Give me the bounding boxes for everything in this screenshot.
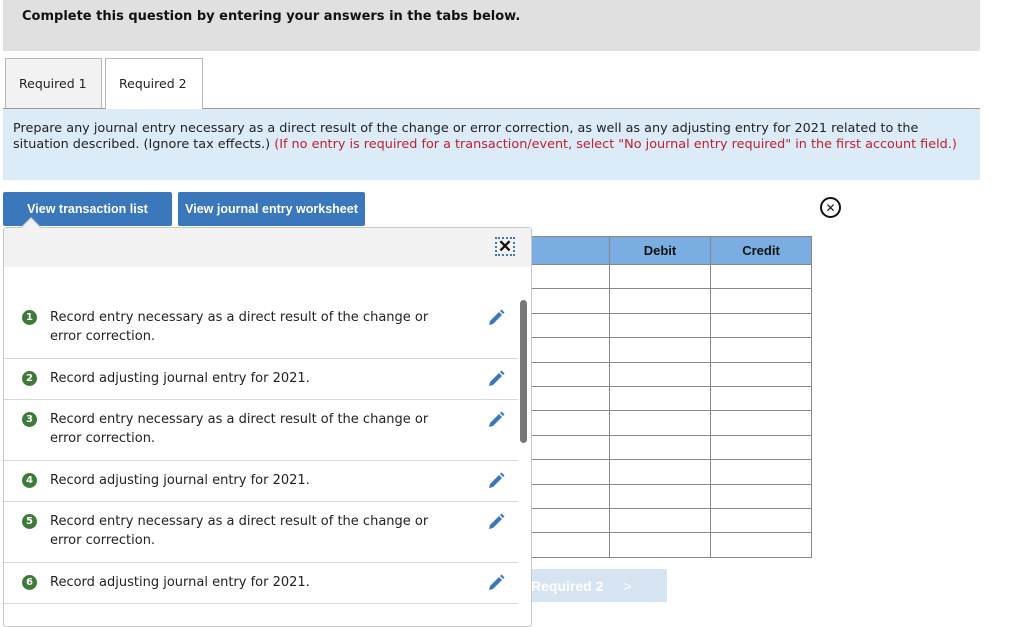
instructions-note: (If no entry is required for a transacti… [274,137,957,152]
popover-header: ✕ [4,228,531,267]
credit-cell[interactable] [710,532,812,558]
debit-cell[interactable] [609,434,711,461]
credit-cell[interactable] [710,288,812,314]
pencil-icon[interactable] [486,471,506,491]
journal-row [531,263,812,290]
pencil-icon[interactable] [486,410,506,430]
question-title: Complete this question by entering your … [22,9,521,24]
account-cell[interactable] [531,385,610,412]
close-circle-icon[interactable]: ✕ [820,197,841,218]
transaction-item: 4 Record adjusting journal entry for 2021… [4,461,518,502]
transaction-number-badge: 5 [22,514,37,529]
debit-cell[interactable] [609,385,711,412]
account-cell[interactable] [531,410,610,436]
transaction-number-badge: 3 [22,412,37,427]
credit-cell[interactable] [710,263,812,290]
debit-cell[interactable] [609,459,711,485]
debit-cell[interactable] [609,337,711,363]
credit-cell[interactable] [710,459,812,485]
journal-row [531,434,812,461]
transaction-text: Record adjusting journal entry for 2021. [50,473,310,488]
journal-row [531,337,812,363]
transaction-list-popover: ✕ 1 Record entry necessary as a direct re… [3,227,532,627]
chevron-right-icon: > [623,577,632,594]
credit-cell[interactable] [710,483,812,509]
credit-column-header: Credit [710,236,812,265]
credit-cell[interactable] [710,312,812,339]
debit-cell[interactable] [609,288,711,314]
transaction-number-badge: 2 [22,371,37,386]
journal-row [531,410,812,436]
instructions-panel: Prepare any journal entry necessary as a… [3,108,980,180]
transaction-number-badge: 1 [22,310,37,325]
account-column-header [531,236,610,265]
credit-cell[interactable] [710,385,812,412]
journal-row [531,507,812,534]
journal-row [531,288,812,314]
journal-header-row: Debit Credit [531,236,812,265]
transaction-item: 2 Record adjusting journal entry for 2021… [4,359,518,400]
transaction-item: 3 Record entry necessary as a direct resu… [4,400,518,461]
close-icon[interactable]: ✕ [495,237,515,256]
transaction-text: Record entry necessary as a direct resul… [50,514,429,548]
debit-cell[interactable] [609,410,711,436]
journal-row [531,312,812,339]
pencil-icon[interactable] [486,573,506,593]
journal-row [531,483,812,509]
next-required-2-button[interactable]: Required 2 > [531,569,667,602]
journal-row [531,459,812,485]
debit-cell[interactable] [609,483,711,509]
account-cell[interactable] [531,434,610,461]
transaction-number-badge: 4 [22,473,37,488]
question-header: Complete this question by entering your … [3,0,980,51]
debit-cell[interactable] [609,361,711,387]
account-cell[interactable] [531,288,610,314]
debit-cell[interactable] [609,507,711,534]
next-button-label: Required 2 [531,577,604,594]
pencil-icon[interactable] [486,512,506,532]
journal-table: Debit Credit [531,236,812,558]
credit-cell[interactable] [710,507,812,534]
journal-row [531,385,812,412]
tab-required-2[interactable]: Required 2 [105,58,203,109]
credit-cell[interactable] [710,410,812,436]
debit-column-header: Debit [609,236,711,265]
transaction-text: Record adjusting journal entry for 2021. [50,575,310,590]
account-cell[interactable] [531,361,610,387]
credit-cell[interactable] [710,434,812,461]
account-cell[interactable] [531,483,610,509]
journal-row [531,361,812,387]
transaction-item: 5 Record entry necessary as a direct resu… [4,502,518,563]
account-cell[interactable] [531,263,610,290]
credit-cell[interactable] [710,337,812,363]
debit-cell[interactable] [609,312,711,339]
debit-cell[interactable] [609,532,711,558]
tab-required-1[interactable]: Required 1 [5,58,102,108]
credit-cell[interactable] [710,361,812,387]
transaction-text: Record entry necessary as a direct resul… [50,310,429,344]
journal-row [531,532,812,558]
transaction-text: Record adjusting journal entry for 2021. [50,371,310,386]
account-cell[interactable] [531,507,610,534]
transaction-list: 1 Record entry necessary as a direct resu… [4,298,518,604]
account-cell[interactable] [531,337,610,363]
account-cell[interactable] [531,312,610,339]
scrollbar[interactable] [520,300,527,443]
debit-cell[interactable] [609,263,711,290]
account-cell[interactable] [531,532,610,558]
transaction-number-badge: 6 [22,575,37,590]
account-cell[interactable] [531,459,610,485]
transaction-text: Record entry necessary as a direct resul… [50,412,429,446]
pencil-icon[interactable] [486,369,506,389]
view-journal-worksheet-button[interactable]: View journal entry worksheet [178,192,365,226]
pencil-icon[interactable] [486,308,506,328]
transaction-item: 1 Record entry necessary as a direct resu… [4,298,518,359]
transaction-item: 6 Record adjusting journal entry for 2021… [4,563,518,604]
